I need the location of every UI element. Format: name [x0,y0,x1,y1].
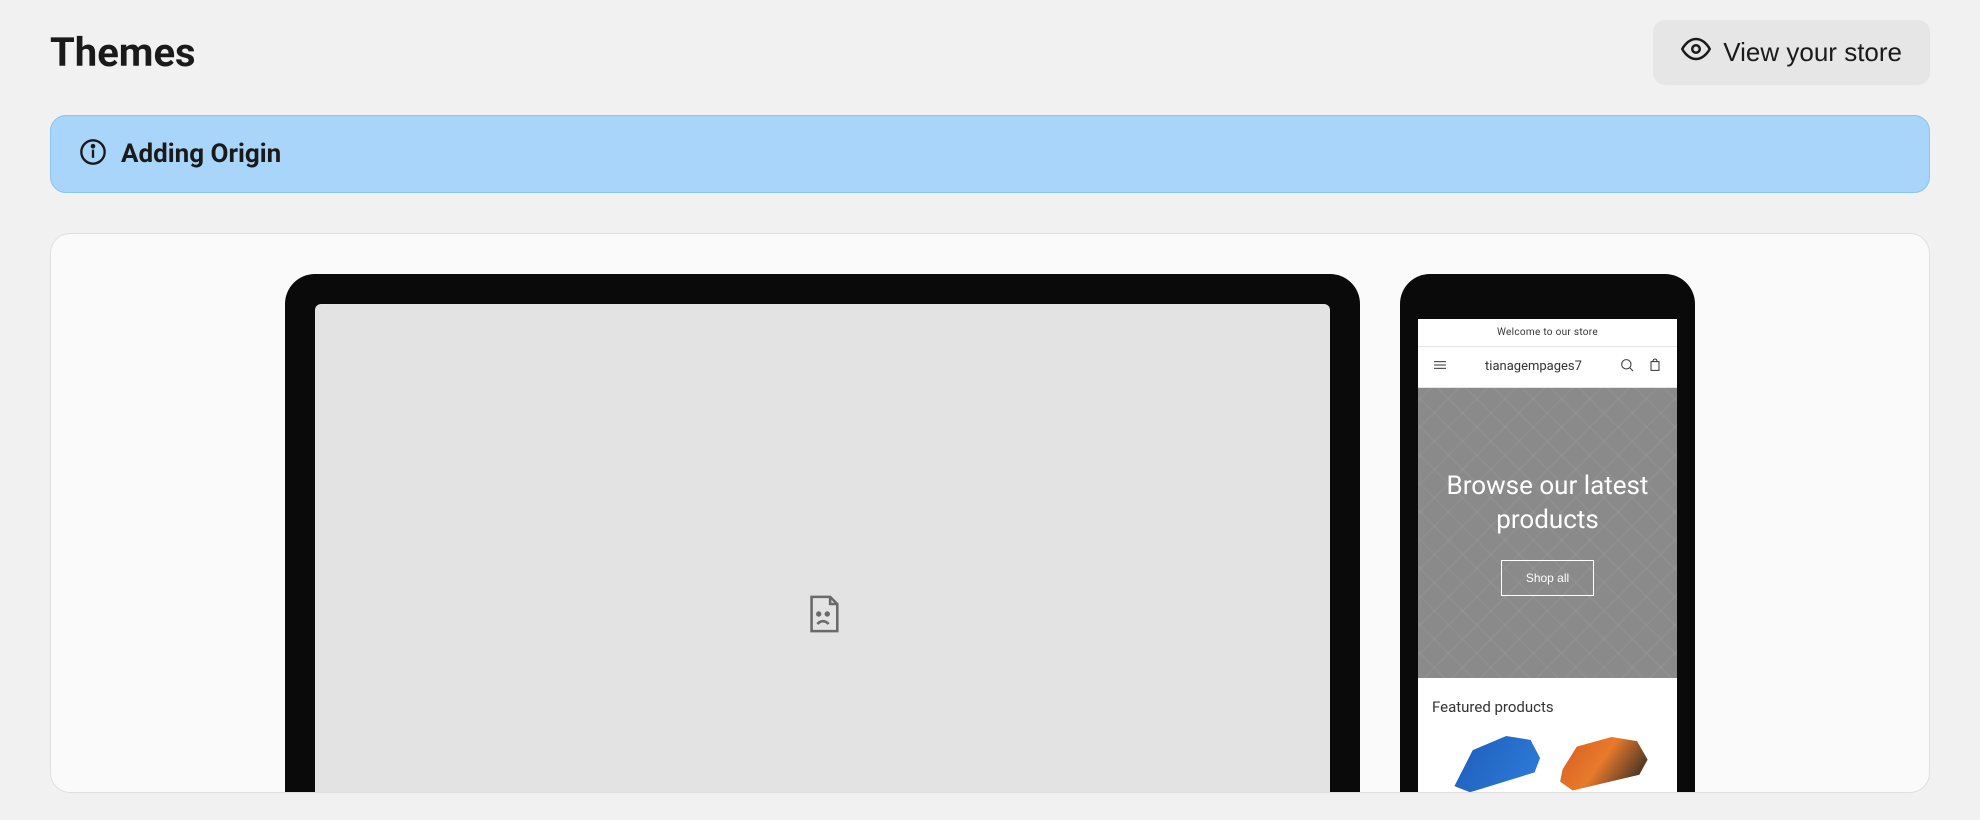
desktop-preview-screen [315,304,1330,793]
desktop-preview-frame [285,274,1360,793]
mobile-header: tianagempages7 [1418,347,1677,388]
mobile-announcement-bar: Welcome to our store [1418,319,1677,347]
cart-icon[interactable] [1647,357,1663,377]
mobile-store-name: tianagempages7 [1485,360,1582,374]
mobile-products-row [1432,730,1663,790]
mobile-preview-screen: Welcome to our store tianagempages7 [1418,319,1677,793]
banner-text: Adding Origin [121,139,281,169]
featured-products-title: Featured products [1432,698,1663,716]
mobile-hero-section: Browse our latest products Shop all [1418,388,1677,678]
eye-icon [1681,34,1711,71]
product-thumbnail[interactable] [1552,730,1652,790]
hamburger-menu-icon[interactable] [1432,357,1448,377]
broken-page-icon [805,594,841,634]
search-icon[interactable] [1619,357,1635,377]
info-icon [79,138,107,170]
product-thumbnail[interactable] [1444,730,1544,790]
page-title: Themes [50,29,196,76]
mobile-featured-section: Featured products [1418,678,1677,790]
info-banner: Adding Origin [50,115,1930,193]
mobile-preview-frame: Welcome to our store tianagempages7 [1400,274,1695,793]
theme-preview-card: Welcome to our store tianagempages7 [50,233,1930,793]
view-store-label: View your store [1723,37,1902,68]
mobile-hero-title: Browse our latest products [1418,470,1677,538]
shop-all-button[interactable]: Shop all [1501,560,1594,596]
view-store-button[interactable]: View your store [1653,20,1930,85]
